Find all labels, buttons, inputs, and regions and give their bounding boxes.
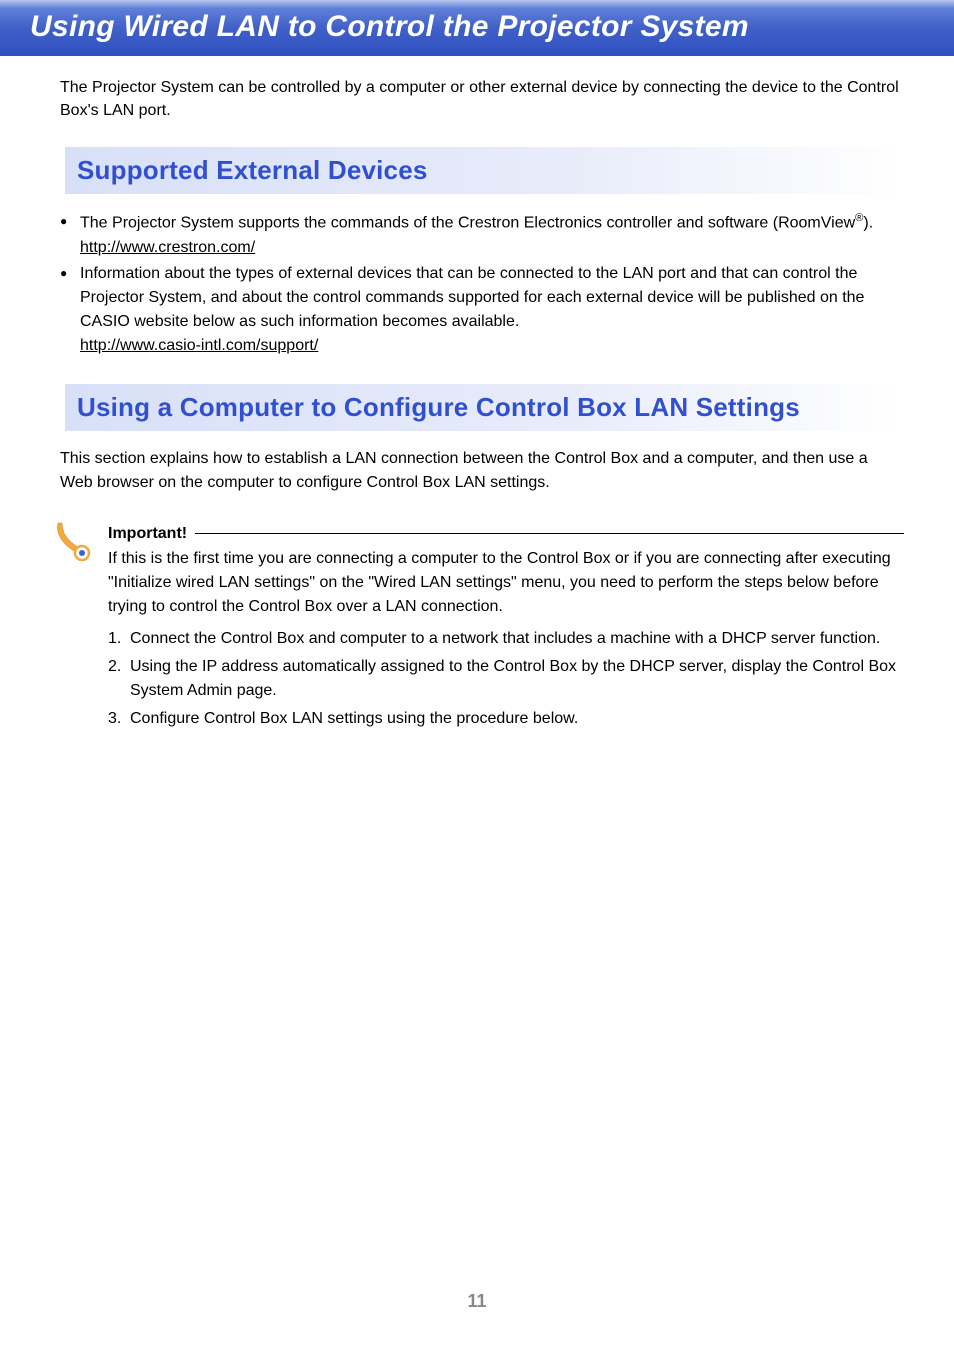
- banner-title: Using Wired LAN to Control the Projector…: [30, 10, 749, 43]
- section-heading-2: Using a Computer to Configure Control Bo…: [77, 392, 800, 422]
- supported-devices-list: The Projector System supports the comman…: [60, 210, 904, 357]
- bullet2-text: Information about the types of external …: [80, 265, 864, 330]
- crestron-link[interactable]: http://www.crestron.com/: [80, 239, 255, 256]
- page-number: 11: [0, 1291, 954, 1312]
- bullet1-text-prefix: The Projector System supports the comman…: [80, 215, 855, 232]
- list-item: Connect the Control Box and computer to …: [108, 627, 904, 651]
- section-header-configure-lan: Using a Computer to Configure Control Bo…: [65, 384, 904, 431]
- section2-intro: This section explains how to establish a…: [60, 447, 904, 495]
- page-content: The Projector System can be controlled b…: [0, 56, 954, 731]
- list-item: Configure Control Box LAN settings using…: [108, 707, 904, 731]
- section-heading-1: Supported External Devices: [77, 155, 428, 185]
- important-label: Important!: [108, 525, 187, 543]
- list-item: Information about the types of external …: [60, 262, 904, 358]
- list-item: Using the IP address automatically assig…: [108, 655, 904, 703]
- important-body-text: If this is the first time you are connec…: [108, 547, 904, 619]
- list-item: The Projector System supports the comman…: [60, 210, 904, 259]
- important-divider-line: [195, 533, 904, 534]
- section-header-supported-devices: Supported External Devices: [65, 147, 904, 194]
- important-steps-list: Connect the Control Box and computer to …: [108, 627, 904, 731]
- intro-paragraph: The Projector System can be controlled b…: [60, 76, 904, 122]
- important-callout: Important! If this is the first time you…: [60, 525, 904, 731]
- important-icon: [52, 517, 102, 567]
- bullet1-text-suffix: ).: [863, 215, 873, 232]
- important-header-row: Important!: [108, 525, 904, 543]
- casio-support-link[interactable]: http://www.casio-intl.com/support/: [80, 337, 318, 354]
- page-banner: Using Wired LAN to Control the Projector…: [0, 0, 954, 56]
